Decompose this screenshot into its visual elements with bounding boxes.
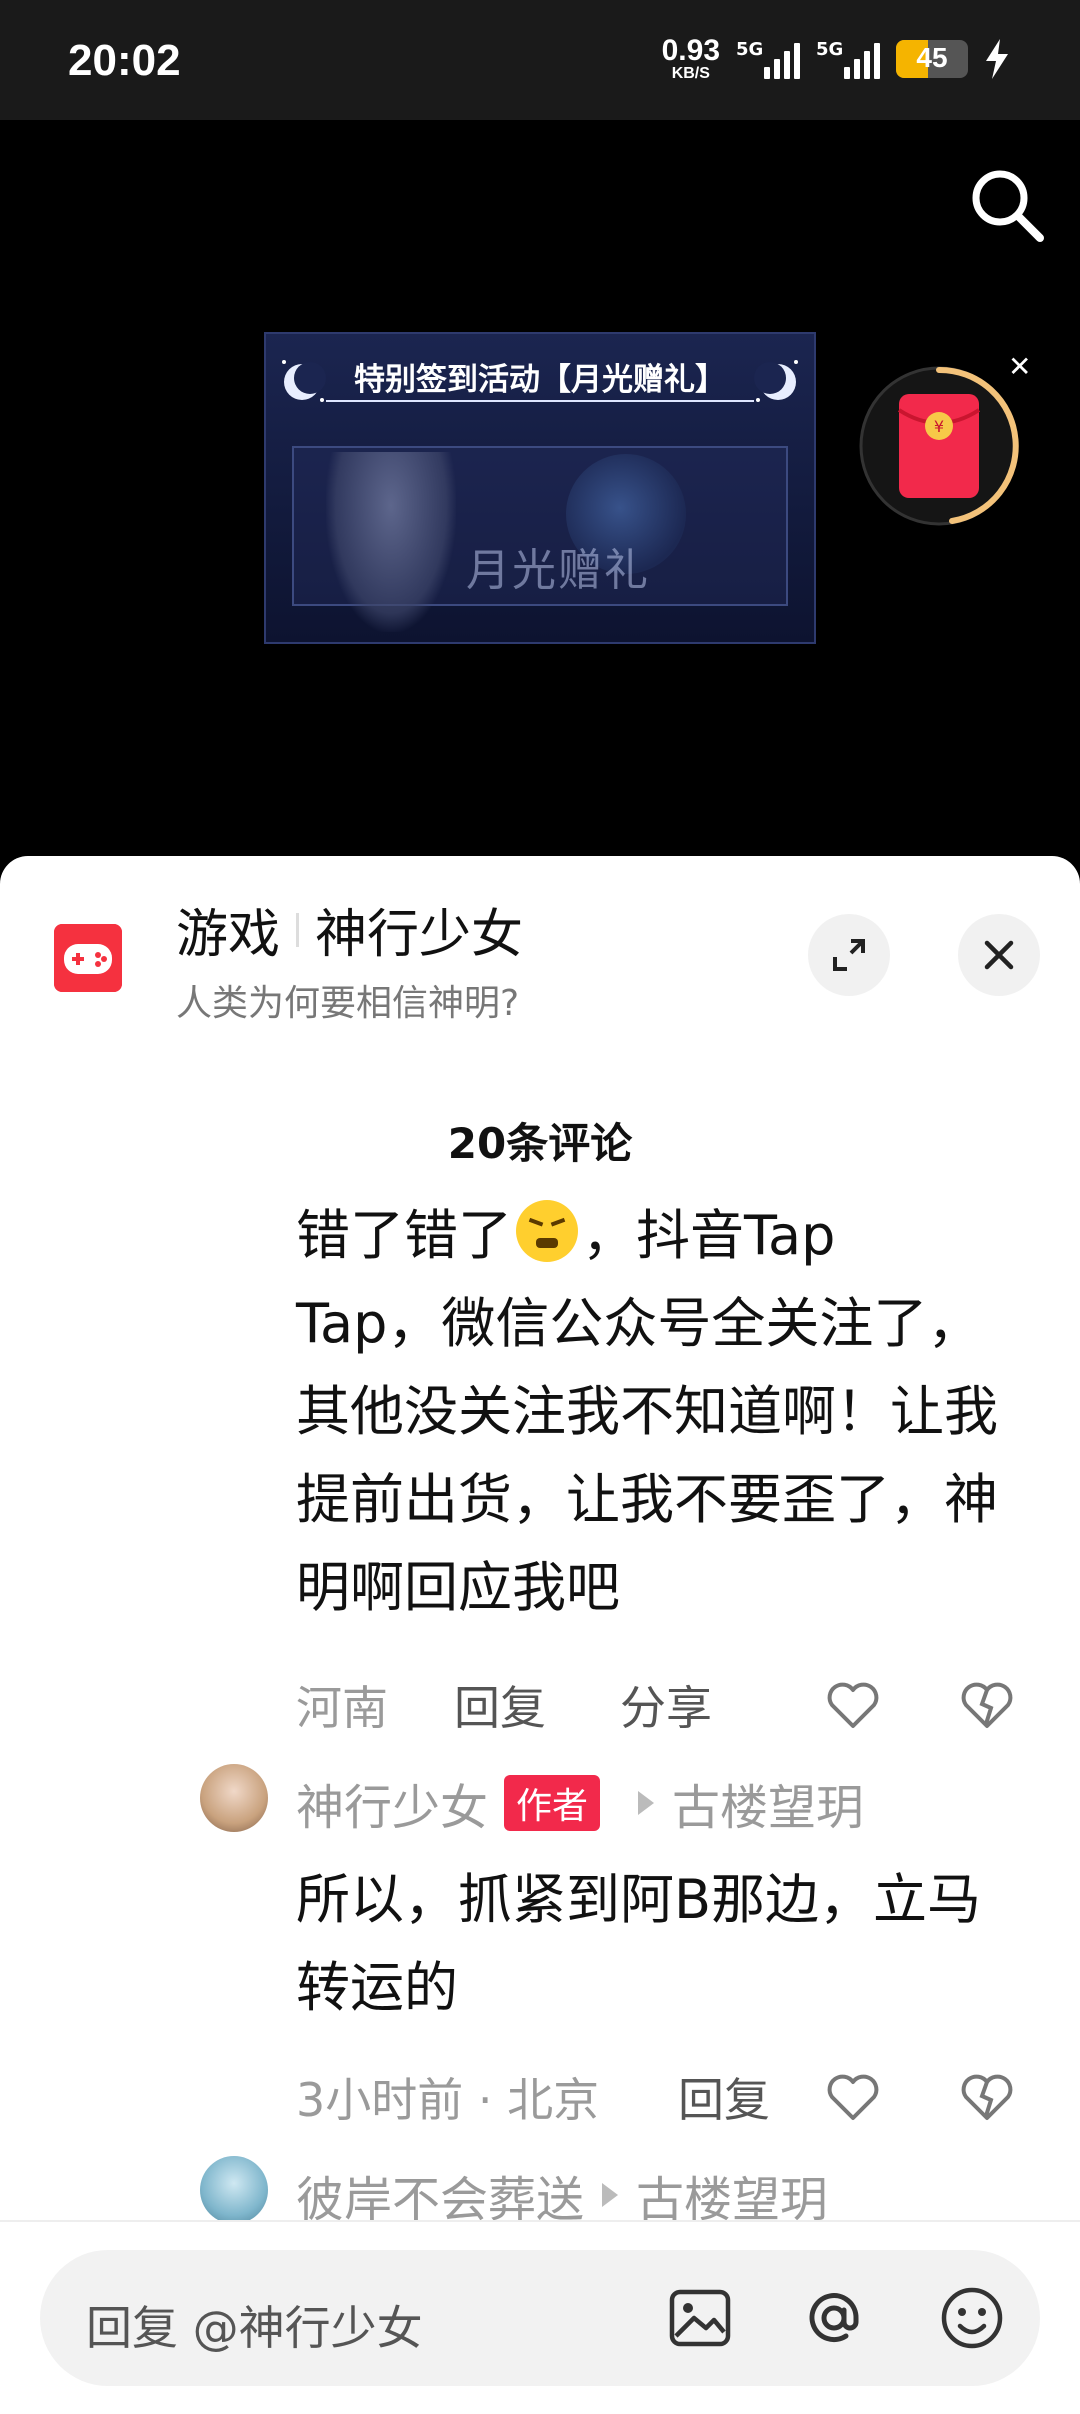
emoji-icon[interactable] (938, 2284, 1006, 2352)
reply-input-bar: 回复 @神行少女 (0, 2220, 1080, 2414)
dislike-icon[interactable] (958, 2068, 1016, 2126)
status-indicators: 0.93 KB/S 5G 5G 45 (662, 34, 1010, 84)
network-speed-value: 0.93 (661, 34, 720, 67)
game-controller-icon (54, 924, 122, 992)
close-red-packet-icon[interactable]: ✕ (1008, 350, 1031, 383)
reply-header: 神行少女 作者 古楼望玥 (296, 1768, 864, 1838)
reply-text: 所以，抓紧到阿B那边，立马转运的 (296, 1868, 982, 2019)
status-bar: 20:02 0.93 KB/S 5G 5G 45 (0, 0, 1080, 120)
reply-arrow-icon (638, 1791, 655, 1815)
topic-separator (296, 912, 300, 947)
dislike-icon[interactable] (958, 1676, 1016, 1734)
reply-button[interactable]: 回复 (678, 2064, 770, 2130)
network-speed: 0.93 KB/S (662, 36, 720, 82)
expand-button[interactable] (808, 914, 890, 996)
share-button[interactable]: 分享 (620, 1672, 712, 1738)
topic-category: 游戏 (176, 905, 281, 965)
charging-icon (986, 39, 1008, 79)
character-illustration (326, 452, 456, 632)
close-button[interactable] (958, 914, 1040, 996)
comment-text-part: Tap，微信公众号全关注了，其他没关注我不知道啊！让我提前出货，让我不要歪了，神… (296, 1292, 998, 1619)
network-speed-unit: KB/S (671, 65, 710, 82)
reply-input[interactable]: 回复 @神行少女 (40, 2250, 1040, 2386)
comment-text: 错了错了 ，抖音Tap Tap，微信公众号全关注了，其他没关注我不知道啊！让我提前… (296, 1192, 1026, 1632)
svg-text:¥: ¥ (934, 417, 944, 436)
battery-level: 45 (916, 42, 948, 73)
close-icon (984, 940, 1014, 970)
reply-author[interactable]: 神行少女 (296, 1768, 488, 1838)
search-icon[interactable] (966, 164, 1046, 244)
comment-text-part: 错了错了 (296, 1204, 512, 1267)
status-time: 20:02 (68, 36, 181, 85)
battery-icon: 45 (896, 40, 968, 78)
signal-icon-2: 5G (816, 39, 880, 79)
reply-button[interactable]: 回复 (454, 1672, 546, 1738)
reply-input-placeholder: 回复 @神行少女 (86, 2301, 423, 2355)
comment-location: 河南 (296, 1681, 388, 1735)
like-icon[interactable] (824, 2068, 882, 2126)
event-banner-image[interactable]: 特别签到活动【月光赠礼】 月光赠礼 (264, 332, 816, 644)
sim1-network-type: 5G (736, 39, 764, 60)
banner-logo: 月光赠礼 (466, 545, 650, 596)
author-badge: 作者 (504, 1775, 601, 1831)
like-icon[interactable] (824, 1676, 882, 1734)
tired-face-emoji-icon (516, 1200, 578, 1262)
comment-count: 20条评论 (447, 1119, 633, 1168)
topic-title[interactable]: 游戏 神行少女 (176, 892, 523, 967)
comment-sheet: 游戏 神行少女 人类为何要相信神明? 20条评论 错了错了 ，抖音Tap Tap，… (0, 856, 1080, 2414)
reply-arrow-icon (602, 2183, 619, 2207)
comment-text-part: ，抖音Tap (582, 1204, 836, 1267)
image-icon[interactable] (666, 2284, 734, 2352)
expand-icon (833, 939, 865, 971)
banner-title: 特别签到活动【月光赠礼】 (266, 342, 814, 410)
topic-name: 神行少女 (315, 905, 524, 965)
topic-subtitle: 人类为何要相信神明? (176, 983, 520, 1024)
avatar[interactable] (200, 1764, 268, 1832)
mention-icon[interactable] (800, 2284, 868, 2352)
signal-icon: 5G (736, 39, 800, 79)
sim2-network-type: 5G (816, 39, 844, 60)
reply-time-location: 3小时前 · 北京 (296, 2073, 600, 2127)
red-packet-icon[interactable]: ¥ (857, 364, 1021, 528)
avatar[interactable] (200, 2156, 268, 2224)
reply-to-user[interactable]: 古楼望玥 (672, 1768, 864, 1838)
